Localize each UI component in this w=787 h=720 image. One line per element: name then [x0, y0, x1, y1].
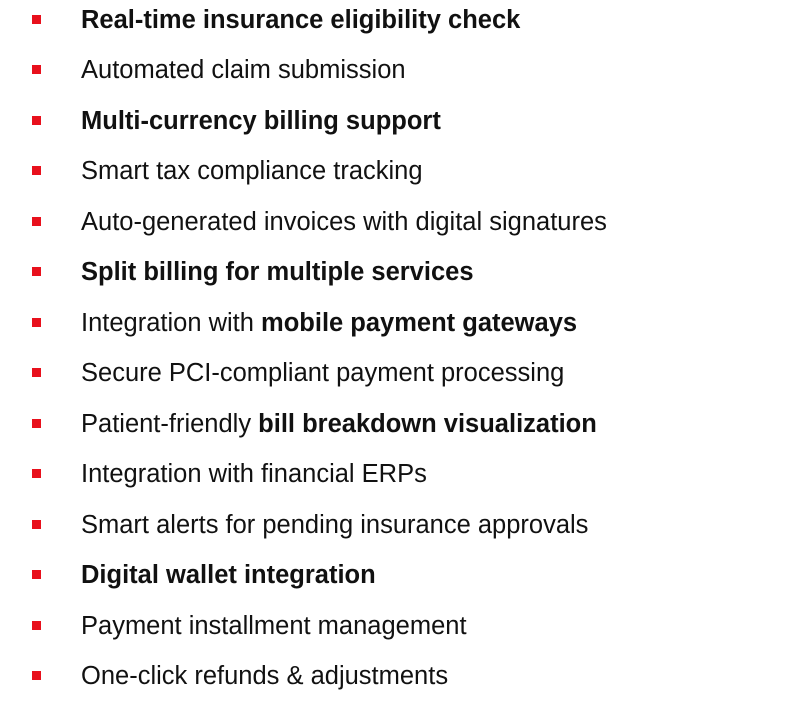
- square-bullet-icon: [32, 419, 41, 428]
- list-item-text: Auto-generated invoices with digital sig…: [81, 202, 607, 242]
- square-bullet-icon: [32, 166, 41, 175]
- plain-text: Patient-friendly: [81, 410, 259, 438]
- list-item-text: Smart tax compliance tracking: [81, 151, 423, 191]
- list-item-text: Integration with mobile payment gateways: [81, 303, 577, 343]
- square-bullet-icon: [32, 671, 41, 680]
- list-item: Split billing for multiple services: [0, 252, 787, 302]
- list-item: Integration with financial ERPs: [0, 454, 787, 504]
- list-item: One-click refunds & adjustments: [0, 656, 787, 706]
- list-item-text: Real-time insurance eligibility check: [81, 0, 520, 40]
- list-item: Automated claim submission: [0, 50, 787, 100]
- bold-text: mobile payment gateways: [261, 309, 578, 337]
- bold-text: Split billing for multiple services: [81, 258, 474, 286]
- square-bullet-icon: [32, 65, 41, 74]
- bold-text: Real-time insurance eligibility check: [81, 6, 521, 34]
- list-item: Payment installment management: [0, 606, 787, 656]
- list-item-text: Automated claim submission: [81, 50, 406, 90]
- square-bullet-icon: [32, 368, 41, 377]
- list-item-text: Secure PCI-compliant payment processing: [81, 353, 564, 393]
- plain-text: Smart tax compliance tracking: [81, 157, 423, 185]
- list-item: Patient-friendly bill breakdown visualiz…: [0, 404, 787, 454]
- square-bullet-icon: [32, 570, 41, 579]
- plain-text: Payment installment management: [81, 612, 467, 640]
- square-bullet-icon: [32, 217, 41, 226]
- list-item: Multi-currency billing support: [0, 101, 787, 151]
- square-bullet-icon: [32, 520, 41, 529]
- list-item-text: Digital wallet integration: [81, 555, 376, 595]
- list-item: Digital wallet integration: [0, 555, 787, 605]
- list-item: Real-time insurance eligibility check: [0, 0, 787, 50]
- list-item: Smart tax compliance tracking: [0, 151, 787, 201]
- plain-text: Automated claim submission: [81, 56, 406, 84]
- square-bullet-icon: [32, 116, 41, 125]
- square-bullet-icon: [32, 621, 41, 630]
- plain-text: Smart alerts for pending insurance appro…: [81, 511, 589, 539]
- bold-text: bill breakdown visualization: [258, 410, 597, 438]
- plain-text: Secure PCI-compliant payment processing: [81, 359, 565, 387]
- list-item-text: One-click refunds & adjustments: [81, 656, 448, 696]
- square-bullet-icon: [32, 15, 41, 24]
- plain-text: Integration with: [81, 309, 262, 337]
- list-item: Smart alerts for pending insurance appro…: [0, 505, 787, 555]
- bold-text: Multi-currency billing support: [81, 107, 441, 135]
- plain-text: Integration with financial ERPs: [81, 460, 427, 488]
- list-item: Secure PCI-compliant payment processing: [0, 353, 787, 403]
- list-item-text: Patient-friendly bill breakdown visualiz…: [81, 404, 597, 444]
- plain-text: One-click refunds & adjustments: [81, 662, 449, 690]
- square-bullet-icon: [32, 318, 41, 327]
- list-item: Auto-generated invoices with digital sig…: [0, 202, 787, 252]
- plain-text: Auto-generated invoices with digital sig…: [81, 208, 607, 236]
- list-item-text: Multi-currency billing support: [81, 101, 441, 141]
- list-item-text: Payment installment management: [81, 606, 467, 646]
- list-item-text: Smart alerts for pending insurance appro…: [81, 505, 588, 545]
- list-item: Integration with mobile payment gateways: [0, 303, 787, 353]
- square-bullet-icon: [32, 469, 41, 478]
- list-item-text: Integration with financial ERPs: [81, 454, 427, 494]
- square-bullet-icon: [32, 267, 41, 276]
- list-item-text: Split billing for multiple services: [81, 252, 474, 292]
- bold-text: Digital wallet integration: [81, 561, 376, 589]
- page: { "accent_color": "#e8101c", "features":…: [0, 0, 787, 720]
